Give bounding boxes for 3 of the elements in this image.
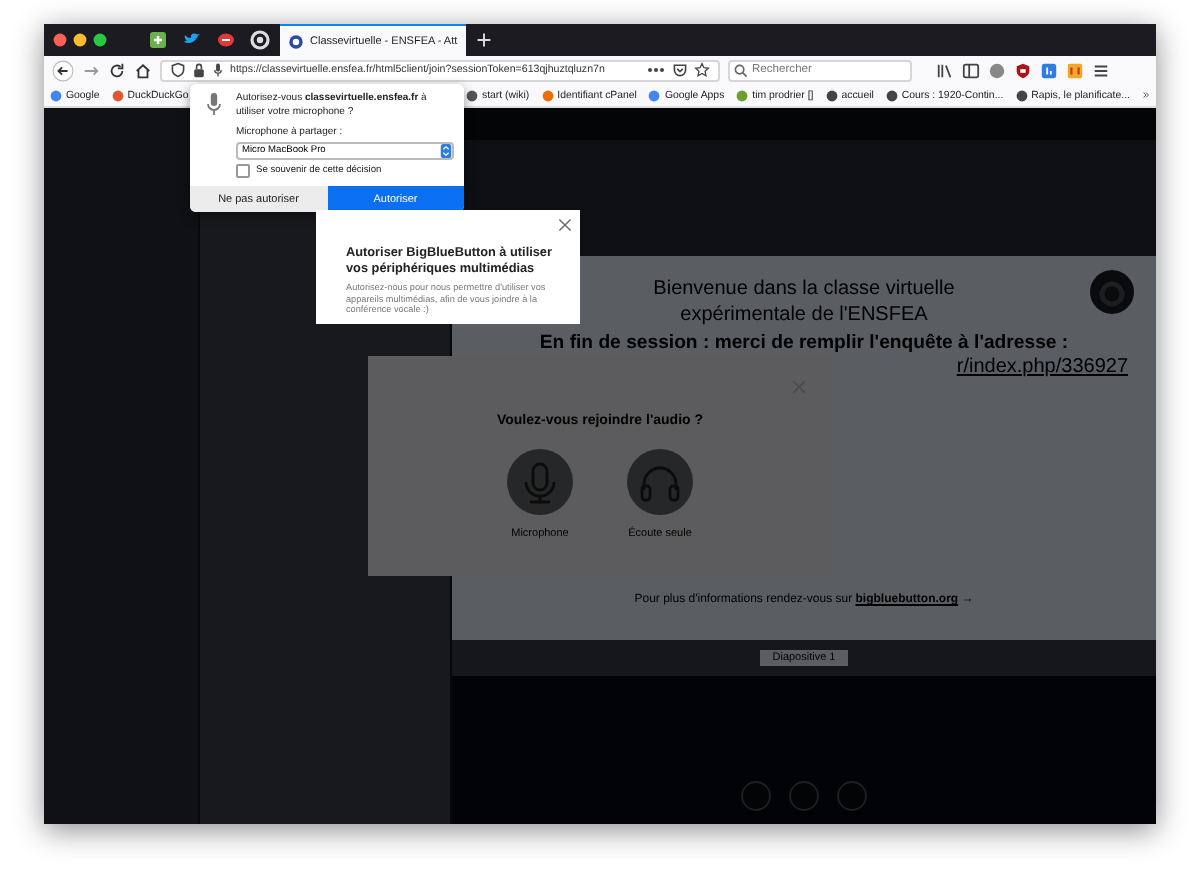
slide-text: expérimentale de l'ENSFEA xyxy=(680,302,928,328)
slide-text: Bienvenue dans la classe virtuelle xyxy=(653,276,955,302)
slide-text: En fin de session : merci de remplir l'enquête à l'adresse : xyxy=(539,330,1069,356)
